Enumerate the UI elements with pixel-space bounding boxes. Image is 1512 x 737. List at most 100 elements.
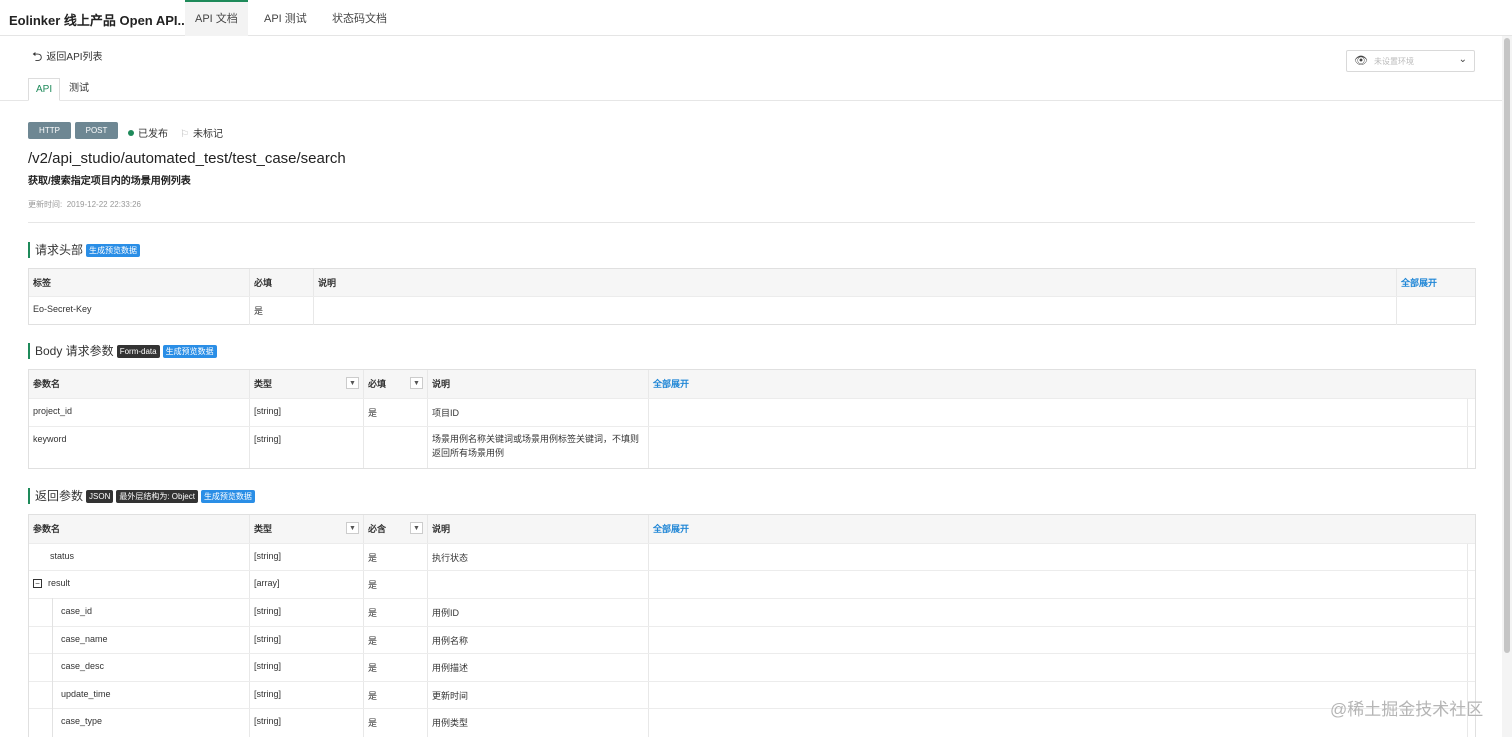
tree-guide-line: [52, 598, 53, 737]
cell-type: [string]: [250, 399, 364, 426]
cell-type: [string]: [250, 427, 364, 468]
filter-dropdown-icon[interactable]: ▼: [410, 522, 423, 534]
tab-api-docs[interactable]: API 文档: [185, 0, 248, 36]
mark-status[interactable]: ⚐ 未标记: [180, 125, 223, 140]
cell-required: 是: [364, 627, 428, 653]
cell-empty: [649, 654, 1468, 681]
expand-all-link[interactable]: 全部展开: [649, 515, 849, 543]
app-title: Eolinker 线上产品 Open API...: [9, 13, 189, 28]
cell-desc: 用例类型: [428, 709, 649, 737]
scrollbar-thumb[interactable]: [1504, 38, 1510, 653]
section-title: 返回参数: [35, 489, 84, 503]
back-to-api-list-link[interactable]: ⮌ 返回API列表: [32, 48, 103, 70]
cell-desc: 用例ID: [428, 599, 649, 626]
watermark: @稀土掘金技术社区: [1330, 700, 1484, 719]
method-tag: POST: [75, 122, 118, 139]
cell-required: 是: [250, 297, 314, 325]
api-path: /v2/api_studio/automated_test/test_case/…: [28, 150, 346, 167]
update-time: 更新时间: 2019-12-22 22:33:26: [28, 199, 141, 210]
cell-type: [string]: [250, 544, 364, 570]
table-row: Eo-Secret-Key 是: [29, 297, 1475, 325]
update-time-label: 更新时间:: [28, 200, 63, 209]
update-time-value: 2019-12-22 22:33:26: [66, 200, 141, 209]
generate-preview-button[interactable]: 生成预览数据: [162, 345, 217, 358]
filter-dropdown-icon[interactable]: ▼: [346, 522, 359, 534]
cell-empty: [649, 427, 1468, 468]
cell-desc: [428, 571, 649, 598]
cell-name: project_id: [29, 399, 250, 426]
tab-test[interactable]: 测试: [62, 78, 96, 101]
table-row: case_id [string] 是 用例ID: [29, 599, 1475, 627]
return-type-badge: JSON: [86, 490, 114, 503]
flag-icon: ⚐: [180, 129, 189, 140]
cell-desc: 更新时间: [428, 682, 649, 708]
body-type-badge: Form-data: [116, 345, 160, 358]
table-header-row: 参数名 类型 ▼ 必含 ▼ 说明 全部展开: [29, 515, 1475, 544]
cell-desc: 项目ID: [428, 399, 649, 426]
cell-name: case_id: [29, 599, 250, 626]
cell-name: − result: [29, 571, 250, 598]
api-description: 获取/搜索指定项目内的场景用例列表: [28, 176, 191, 187]
cell-desc: [314, 297, 1397, 325]
cell-empty: [1397, 297, 1475, 325]
back-label: 返回API列表: [46, 52, 103, 63]
eye-icon: 👁: [1354, 55, 1368, 67]
cell-empty: [649, 599, 1468, 626]
request-headers-table: 标签 必填 说明 全部展开 Eo-Secret-Key 是: [28, 268, 1476, 325]
col-header-name: 参数名: [29, 515, 250, 543]
outer-structure-badge: 最外层结构为: Object: [116, 490, 198, 503]
table-header-row: 标签 必填 说明 全部展开: [29, 269, 1475, 297]
body-params-table: 参数名 类型 ▼ 必填 ▼ 说明 全部展开 project_id [string…: [28, 369, 1476, 469]
col-header-name: 参数名: [29, 370, 250, 398]
filter-dropdown-icon[interactable]: ▼: [410, 377, 423, 389]
mark-status-text: 未标记: [192, 129, 223, 140]
cell-type: [string]: [250, 709, 364, 737]
generate-preview-button[interactable]: 生成预览数据: [200, 490, 255, 503]
tab-api[interactable]: API: [28, 78, 61, 101]
cell-required: 是: [364, 571, 428, 598]
tab-api-test[interactable]: API 测试: [254, 0, 317, 36]
col-header-required: 必填: [250, 269, 314, 296]
expand-all-link[interactable]: 全部展开: [649, 370, 849, 398]
table-row: − result [array] 是: [29, 571, 1475, 599]
table-row: case_desc [string] 是 用例描述: [29, 654, 1475, 682]
cell-name: case_type: [29, 709, 250, 737]
expand-all-link[interactable]: 全部展开: [1397, 269, 1475, 296]
environment-select[interactable]: 👁 未设置环境 ⌄: [1346, 50, 1475, 72]
generate-preview-button[interactable]: 生成预览数据: [86, 244, 141, 257]
table-row: project_id [string] 是 项目ID: [29, 399, 1475, 427]
cell-name: Eo-Secret-Key: [29, 297, 250, 325]
cell-empty: [649, 399, 1468, 426]
col-header-desc: 说明: [314, 269, 1397, 296]
minus-square-icon[interactable]: −: [33, 579, 42, 588]
cell-empty: [649, 571, 1468, 598]
col-header-type-label: 类型: [254, 524, 273, 534]
col-header-type-label: 类型: [254, 379, 273, 389]
cell-empty: [649, 544, 1468, 570]
publish-status-text: 已发布: [138, 129, 168, 140]
col-header-desc: 说明: [428, 370, 649, 398]
section-return-params: 返回参数 JSON 最外层结构为: Object 生成预览数据: [28, 488, 255, 504]
cell-name: update_time: [29, 682, 250, 708]
cell-required: 是: [364, 709, 428, 737]
cell-name-text: result: [48, 578, 71, 588]
cell-desc: 执行状态: [428, 544, 649, 570]
tab-status-code-docs[interactable]: 状态码文档: [322, 0, 397, 36]
table-row: keyword [string] 场景用例名称关键词或场景用例标签关键词，不填则…: [29, 427, 1475, 468]
table-row: case_type [string] 是 用例类型: [29, 709, 1475, 737]
table-row: update_time [string] 是 更新时间: [29, 682, 1475, 709]
environment-placeholder: 未设置环境: [1374, 57, 1414, 66]
col-header-required-label: 必填: [368, 379, 387, 389]
section-title: 请求头部: [35, 243, 84, 257]
top-nav-bar: Eolinker 线上产品 Open API... API 文档 API 测试 …: [0, 0, 1512, 36]
cell-type: [string]: [250, 599, 364, 626]
return-params-table: 参数名 类型 ▼ 必含 ▼ 说明 全部展开 status [string] 是 …: [28, 514, 1476, 737]
cell-empty: [649, 627, 1468, 653]
col-header-desc: 说明: [428, 515, 649, 543]
filter-dropdown-icon[interactable]: ▼: [346, 377, 359, 389]
cell-desc: 场景用例名称关键词或场景用例标签关键词，不填则返回所有场景用例: [428, 427, 649, 468]
table-row: case_name [string] 是 用例名称: [29, 627, 1475, 654]
section-title: Body 请求参数: [35, 344, 114, 358]
cell-name: keyword: [29, 427, 250, 468]
cell-required: 是: [364, 544, 428, 570]
